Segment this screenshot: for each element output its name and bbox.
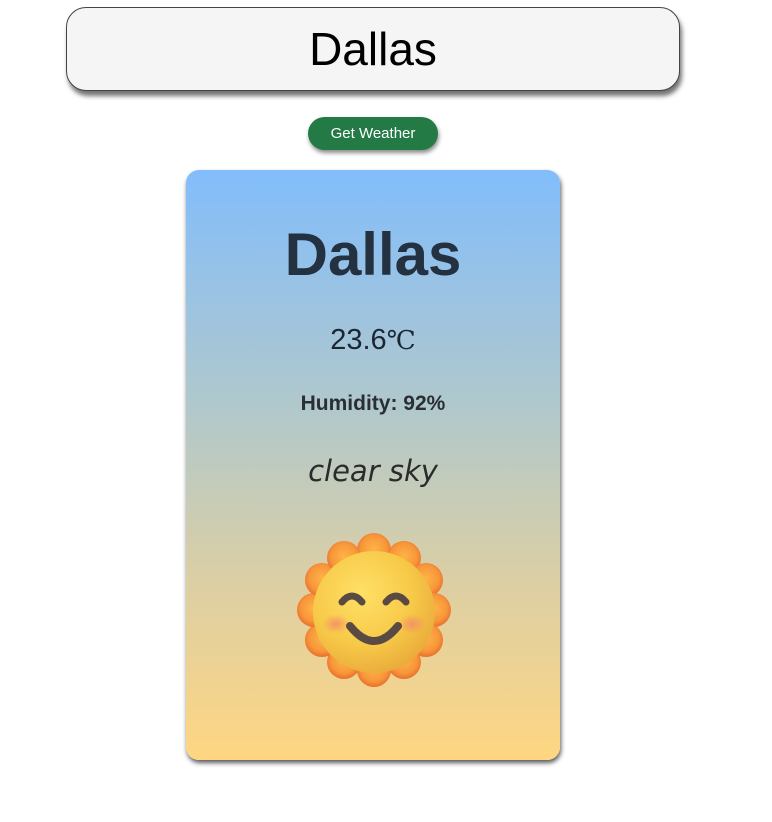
temperature-unit: ℃ xyxy=(386,326,416,356)
weather-card: Dallas 23.6℃ Humidity: 92% clear sky xyxy=(186,170,560,760)
weather-description: clear sky xyxy=(308,454,438,488)
get-weather-button[interactable]: Get Weather xyxy=(308,117,438,150)
temperature: 23.6℃ xyxy=(186,322,560,359)
city-name: Dallas xyxy=(284,221,462,288)
humidity: Humidity: 92% xyxy=(300,392,446,415)
city-search-input[interactable] xyxy=(66,7,680,91)
smiling-sun-icon xyxy=(297,533,451,687)
temperature-value: 23.6 xyxy=(330,324,387,356)
